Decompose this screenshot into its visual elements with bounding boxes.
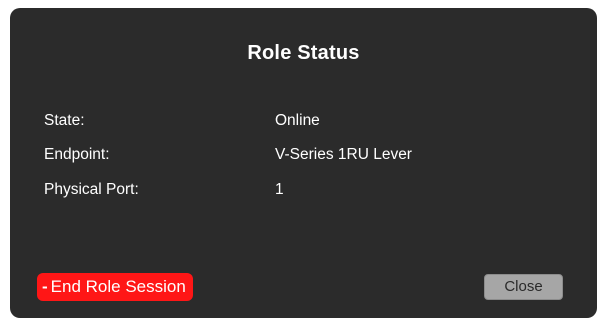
end-role-session-label: End Role Session: [50, 277, 186, 296]
endpoint-label: Endpoint:: [44, 146, 110, 163]
dialog-title: Role Status: [247, 42, 360, 64]
role-status-dialog: Role Status State: Online Endpoint: V-Se…: [10, 8, 597, 318]
state-value: Online: [275, 112, 320, 129]
close-button[interactable]: Close: [484, 274, 563, 300]
physical-port-label: Physical Port:: [44, 181, 139, 198]
endpoint-value: V-Series 1RU Lever: [275, 146, 412, 163]
state-label: State:: [44, 112, 85, 129]
minus-icon: -: [42, 277, 48, 296]
end-role-session-button[interactable]: - End Role Session: [37, 273, 193, 301]
physical-port-value: 1: [275, 181, 284, 198]
